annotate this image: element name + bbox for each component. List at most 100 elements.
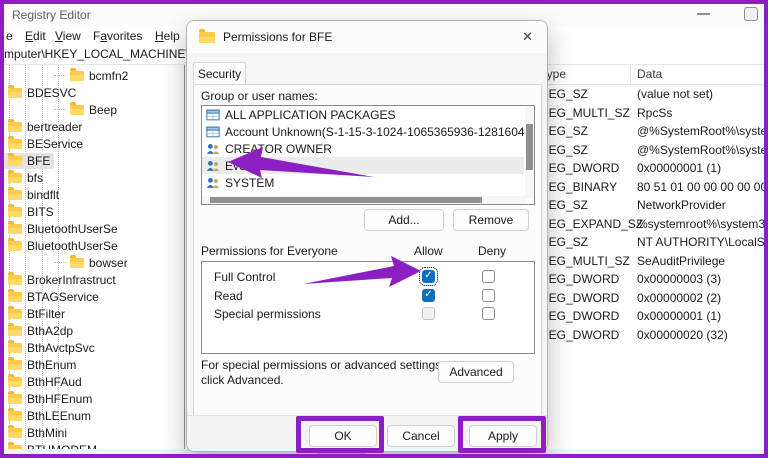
column-header-data[interactable]: Data — [637, 67, 662, 81]
menu-edit[interactable]: Edit — [25, 29, 46, 43]
value-type: REG_BINARY — [540, 180, 617, 194]
users-icon — [206, 142, 220, 156]
tree-item-label: BthHFEnum — [27, 392, 92, 406]
value-data: @%SystemRoot%\system — [637, 124, 764, 138]
user-name: Account Unknown(S-1-15-3-1024-1065365936… — [225, 125, 524, 139]
tree-item[interactable]: > BDESVC — [4, 84, 184, 101]
scrollbar-thumb[interactable] — [210, 197, 482, 203]
allow-checkbox[interactable]: ✓ — [422, 270, 435, 283]
tree-item[interactable]: > bertreader — [4, 118, 184, 135]
tree-item-label: BluetoothUserSe — [27, 239, 118, 253]
user-name: CREATOR OWNER — [225, 142, 332, 156]
tree-item[interactable]: > bcmfn2 — [4, 67, 184, 84]
folder-icon — [8, 207, 22, 217]
tree-item[interactable]: > bfs — [4, 169, 184, 186]
tree-item[interactable]: > BluetoothUserSe — [4, 220, 184, 237]
tree-item-label: BluetoothUserSe — [27, 222, 118, 236]
menu-favorites[interactable]: Favorites — [93, 29, 142, 43]
deny-checkbox[interactable] — [482, 307, 495, 320]
highlight-box-apply — [458, 416, 546, 453]
value-data: NetworkProvider — [637, 198, 764, 212]
deny-checkbox[interactable] — [482, 289, 495, 302]
close-icon[interactable]: ✕ — [522, 29, 533, 45]
maximize-icon[interactable] — [744, 7, 758, 21]
permission-row: Special permissions — [202, 305, 534, 323]
tree-item[interactable]: > BthAvctpSvc — [4, 339, 184, 356]
minimize-icon[interactable] — [697, 13, 710, 15]
scrollbar-thumb[interactable] — [526, 124, 533, 170]
menu-file-partial[interactable]: e — [6, 29, 13, 43]
user-list-item[interactable]: CREATOR OWNER — [202, 140, 524, 157]
user-list-item[interactable]: Account Unknown(S-1-15-3-1024-1065365936… — [202, 123, 524, 140]
tree-item[interactable]: > BrokerInfrastruct — [4, 271, 184, 288]
tree-item[interactable]: > BEService — [4, 135, 184, 152]
user-list-item[interactable]: ALL APPLICATION PACKAGES — [202, 106, 524, 123]
tree-item[interactable]: > BluetoothUserSe — [4, 237, 184, 254]
registry-editor-screen: Registry Editor e Edit View Favorites He… — [0, 0, 768, 458]
app-package-icon — [206, 125, 220, 139]
tree-item[interactable]: > BthHFAud — [4, 373, 184, 390]
folder-icon — [8, 326, 22, 336]
folder-icon — [8, 224, 22, 234]
tree-item-label: BthMini — [27, 426, 67, 440]
advanced-button[interactable]: Advanced — [438, 361, 514, 383]
folder-icon — [70, 258, 84, 268]
menu-help[interactable]: Help — [155, 29, 180, 43]
tree-item[interactable]: > BTAGService — [4, 288, 184, 305]
deny-checkbox[interactable] — [482, 270, 495, 283]
advanced-hint-line2: click Advanced. — [201, 373, 284, 387]
tree-item-label: BthAvctpSvc — [27, 341, 95, 355]
remove-button[interactable]: Remove — [453, 209, 529, 231]
tree-item[interactable]: > BFE — [4, 152, 184, 169]
value-type: REG_DWORD — [540, 328, 619, 342]
permission-name: Special permissions — [214, 307, 321, 321]
folder-icon — [8, 275, 22, 285]
users-icon — [206, 159, 220, 173]
tree-item[interactable]: > BthHFEnum — [4, 390, 184, 407]
address-path: mputer\HKEY_LOCAL_MACHINE\SY — [4, 47, 205, 61]
folder-icon — [70, 71, 84, 81]
menu-view[interactable]: View — [55, 29, 81, 43]
tab-security[interactable]: Security — [193, 62, 246, 85]
tree-item[interactable]: > BthEnum — [4, 356, 184, 373]
users-icon — [206, 176, 220, 190]
window-title: Registry Editor — [12, 8, 91, 22]
value-data: 0x00000003 (3) — [637, 272, 764, 286]
vertical-scrollbar[interactable] — [525, 106, 534, 198]
allow-checkbox[interactable] — [422, 307, 435, 320]
registry-tree: > bcmfn2 > BDESVC > Beep > bertreader > … — [4, 65, 184, 454]
tree-item[interactable]: > bindflt — [4, 186, 184, 203]
dialog-titlebar: Permissions for BFE — [187, 21, 547, 53]
tree-connector — [54, 109, 66, 110]
folder-icon — [8, 241, 22, 251]
tree-item[interactable]: > BthA2dp — [4, 322, 184, 339]
tree-item[interactable]: > BITS — [4, 203, 184, 220]
user-list-item[interactable]: SYSTEM — [202, 174, 524, 191]
value-data: SeAuditPrivilege — [637, 254, 764, 268]
folder-icon — [8, 190, 22, 200]
tree-item-label: BthEnum — [27, 358, 76, 372]
tree-item[interactable]: > BtFilter — [4, 305, 184, 322]
column-separator[interactable] — [630, 65, 631, 84]
allow-checkbox[interactable]: ✓ — [422, 289, 435, 302]
value-type: REG_EXPAND_SZ — [540, 217, 643, 231]
tree-item[interactable]: > Beep — [4, 101, 184, 118]
folder-icon — [8, 122, 22, 132]
tree-item[interactable]: > BthLEEnum — [4, 407, 184, 424]
tree-item[interactable]: > bowser — [4, 254, 184, 271]
tree-item-label: bfs — [27, 171, 43, 185]
add-button[interactable]: Add... — [364, 209, 444, 231]
cancel-button[interactable]: Cancel — [387, 425, 455, 447]
group-user-list[interactable]: ALL APPLICATION PACKAGES Account Unknown… — [201, 105, 535, 205]
folder-icon — [8, 377, 22, 387]
permission-row: Full Control ✓ — [202, 268, 534, 286]
folder-icon — [8, 411, 22, 421]
value-data: NT AUTHORITY\LocalSer — [637, 235, 764, 249]
tree-item[interactable]: > BthMini — [4, 424, 184, 441]
tree-item-label: BthLEEnum — [27, 409, 91, 423]
permission-name: Read — [214, 289, 243, 303]
tree-item-label: bertreader — [27, 120, 82, 134]
horizontal-scrollbar[interactable] — [202, 196, 525, 204]
panel-splitter[interactable] — [184, 65, 185, 454]
user-list-item[interactable]: Everyone — [202, 157, 524, 174]
